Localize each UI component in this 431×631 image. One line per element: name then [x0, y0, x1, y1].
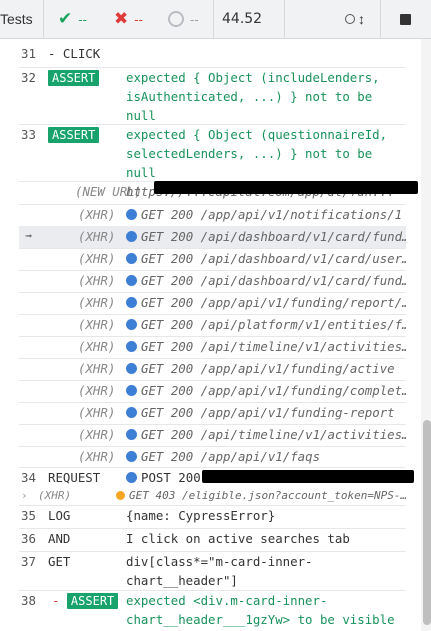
xhr-row-pinned[interactable]: ➟ (XHR) GET 200 /api/dashboard/v1/card/f…: [19, 226, 406, 248]
runner-header: Tests ✔ -- ✖ -- -- 44.52 ↕: [0, 0, 431, 39]
assert-badge: ASSERT: [66, 593, 119, 609]
command-row[interactable]: 33 ASSERT expected { Object (questionnai…: [0, 125, 406, 183]
scrollbar-thumb[interactable]: [423, 420, 431, 625]
tests-label[interactable]: Tests: [0, 0, 33, 38]
passed-count: ✔ --: [58, 9, 87, 28]
pending-count: --: [168, 0, 199, 38]
command-row[interactable]: 38 - ASSERT expected <div.m-card-inner- …: [0, 591, 406, 631]
xhr-status-icon: [126, 429, 137, 440]
xhr-status-icon: [126, 407, 137, 418]
scroll-arrows-icon: ↕: [358, 11, 365, 27]
command-row[interactable]: 37 GET div[class*="m-card-inner- chart__…: [0, 552, 406, 592]
xhr-status-icon: [126, 253, 137, 264]
duration: 44.52: [222, 11, 263, 27]
command-row[interactable]: 32 ASSERT expected { Object (includeLend…: [0, 68, 406, 126]
header-divider: [284, 0, 285, 38]
xhr-status-icon: [126, 363, 137, 374]
spinner-icon: [168, 11, 184, 27]
command-log: 31 - CLICK 32 ASSERT expected { Object (…: [0, 39, 420, 631]
header-divider: [380, 0, 381, 38]
check-icon: ✔: [58, 9, 73, 28]
assert-badge: ASSERT: [48, 127, 100, 143]
chevron-right-icon: ›: [21, 489, 28, 502]
auto-scroll-toggle[interactable]: ↕: [345, 0, 365, 38]
xhr-status-icon: [126, 297, 137, 308]
cross-icon: ✖: [114, 9, 129, 28]
header-divider: [213, 0, 214, 38]
xhr-status-icon: [126, 209, 137, 220]
xhr-status-icon: [126, 319, 137, 330]
header-divider: [43, 0, 44, 38]
circle-icon: [345, 14, 355, 24]
xhr-status-icon: [126, 341, 137, 352]
stop-button[interactable]: [400, 0, 411, 38]
xhr-status-icon: [126, 472, 137, 483]
redaction: [154, 181, 418, 194]
redaction: [202, 470, 414, 483]
xhr-status-icon: [126, 275, 137, 286]
assert-badge: ASSERT: [48, 70, 100, 86]
xhr-status-icon: [126, 231, 137, 242]
xhr-status-icon: [116, 491, 125, 500]
xhr-status-icon: [126, 451, 137, 462]
failed-count: ✖ --: [114, 9, 143, 28]
xhr-status-icon: [126, 385, 137, 396]
stop-icon: [400, 13, 411, 25]
pin-icon: ➟: [25, 229, 33, 243]
